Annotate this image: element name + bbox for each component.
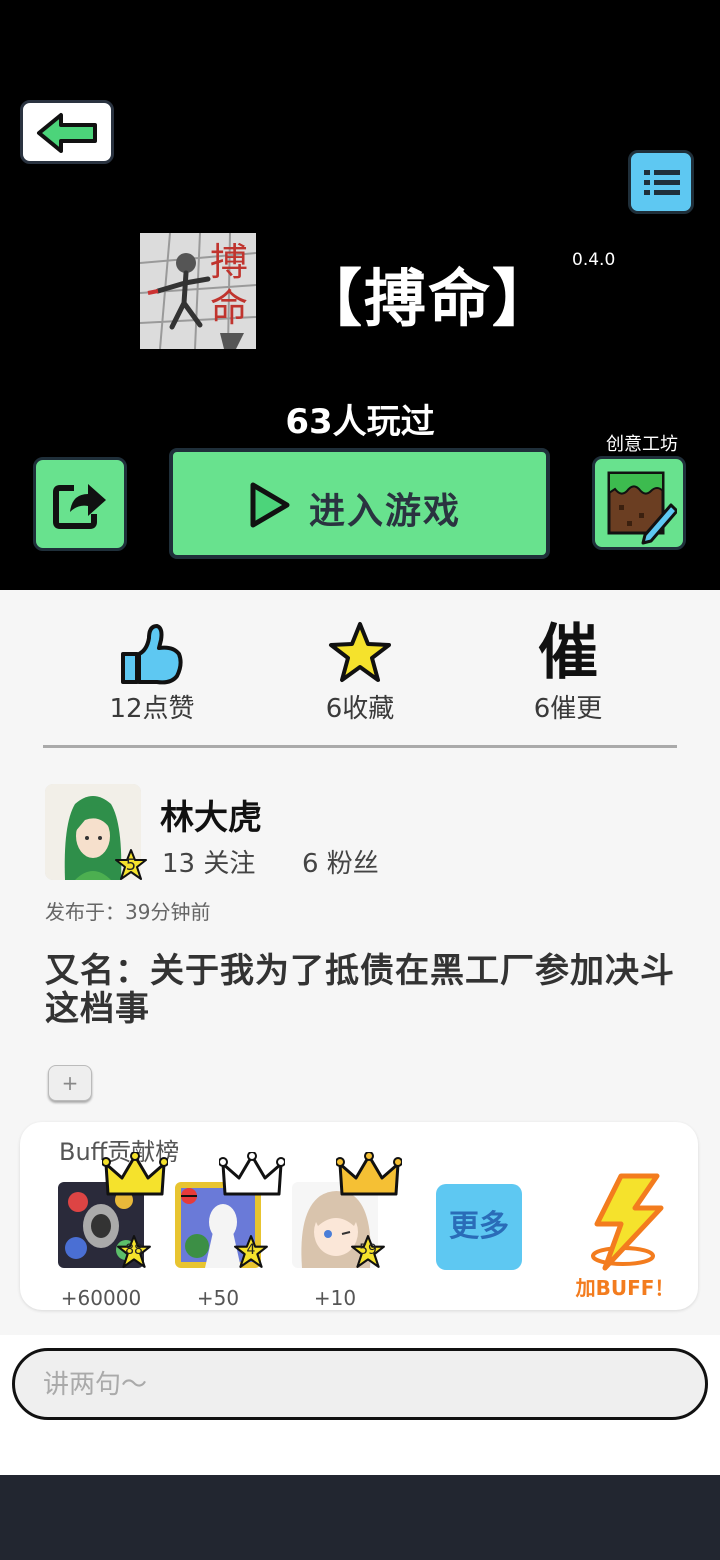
contributor-value: +50 [196, 1286, 240, 1310]
fans-count[interactable]: 6 粉丝 [302, 843, 379, 880]
comment-input-box[interactable] [12, 1348, 708, 1420]
game-title: 【搏命】 [300, 262, 557, 335]
urge-count: 6催更 [533, 694, 603, 724]
add-buff-button[interactable]: 加BUFF！ [570, 1172, 680, 1301]
game-cover-image: 搏命 [140, 233, 256, 349]
cover-title: 搏命 [210, 240, 249, 330]
add-tag-button[interactable]: + [48, 1065, 92, 1101]
contributor-level: 4 [246, 1242, 256, 1258]
urge-icon: 催 [538, 618, 598, 688]
contributor-3[interactable]: 59 +10 [292, 1152, 402, 1310]
crown-icon [102, 1152, 168, 1196]
lightning-icon [591, 1173, 664, 1271]
contributor-value: +60000 [60, 1286, 142, 1310]
enter-game-label: 进入游戏 [309, 491, 462, 532]
back-arrow-icon [37, 113, 97, 153]
game-description: 又名：关于我为了抵债在黑工厂参加决斗这档事 [45, 951, 675, 1029]
crown-icon [219, 1152, 285, 1196]
menu-button[interactable] [628, 150, 694, 214]
crown-icon [336, 1152, 402, 1196]
workshop-label: 创意工坊 [606, 434, 678, 455]
contributor-level: 88 [125, 1242, 143, 1258]
contributor-2[interactable]: 4 +50 [175, 1152, 285, 1310]
enter-game-button[interactable]: 进入游戏 [169, 448, 550, 559]
game-header: 搏命 【搏命】 0.4.0 63人玩过 进入游戏 创意工坊 [0, 0, 720, 590]
thumb-up-icon [121, 624, 183, 685]
favorite-button[interactable]: 6收藏 [280, 620, 440, 725]
contributor-value: +10 [313, 1286, 357, 1310]
divider [43, 745, 677, 748]
favorite-count: 6收藏 [325, 694, 395, 724]
menu-list-icon [644, 170, 680, 195]
back-button[interactable] [20, 100, 114, 164]
publish-time: 发布于：39分钟前 [45, 900, 211, 924]
urge-button[interactable]: 催 6催更 [488, 620, 648, 725]
author-name[interactable]: 林大虎 [160, 790, 262, 839]
game-detail-panel: 12点赞 6收藏 催 6催更 5 林大虎 13 关注 6 粉丝 发布于：39分钟… [0, 590, 720, 1475]
workshop-button[interactable] [592, 456, 686, 550]
share-icon [53, 484, 106, 529]
workshop-icon [607, 471, 677, 545]
follow-count[interactable]: 13 关注 [162, 843, 255, 880]
like-button[interactable]: 12点赞 [72, 620, 232, 725]
more-contributors-button[interactable]: 更多 [436, 1184, 522, 1270]
contributor-level: 59 [359, 1242, 377, 1258]
contributor-1[interactable]: 88 +60000 [58, 1152, 168, 1310]
buff-leaderboard: Buff贡献榜 88 +60000 4 +50 59 +10 更多 加BUFF！ [20, 1122, 698, 1310]
play-icon [250, 482, 290, 528]
star-icon [329, 622, 391, 682]
add-buff-label: 加BUFF！ [575, 1276, 675, 1300]
share-button[interactable] [33, 457, 127, 551]
like-count: 12点赞 [109, 694, 195, 724]
author-level: 5 [125, 855, 137, 874]
game-version: 0.4.0 [572, 250, 616, 270]
comment-input[interactable] [41, 1365, 665, 1405]
